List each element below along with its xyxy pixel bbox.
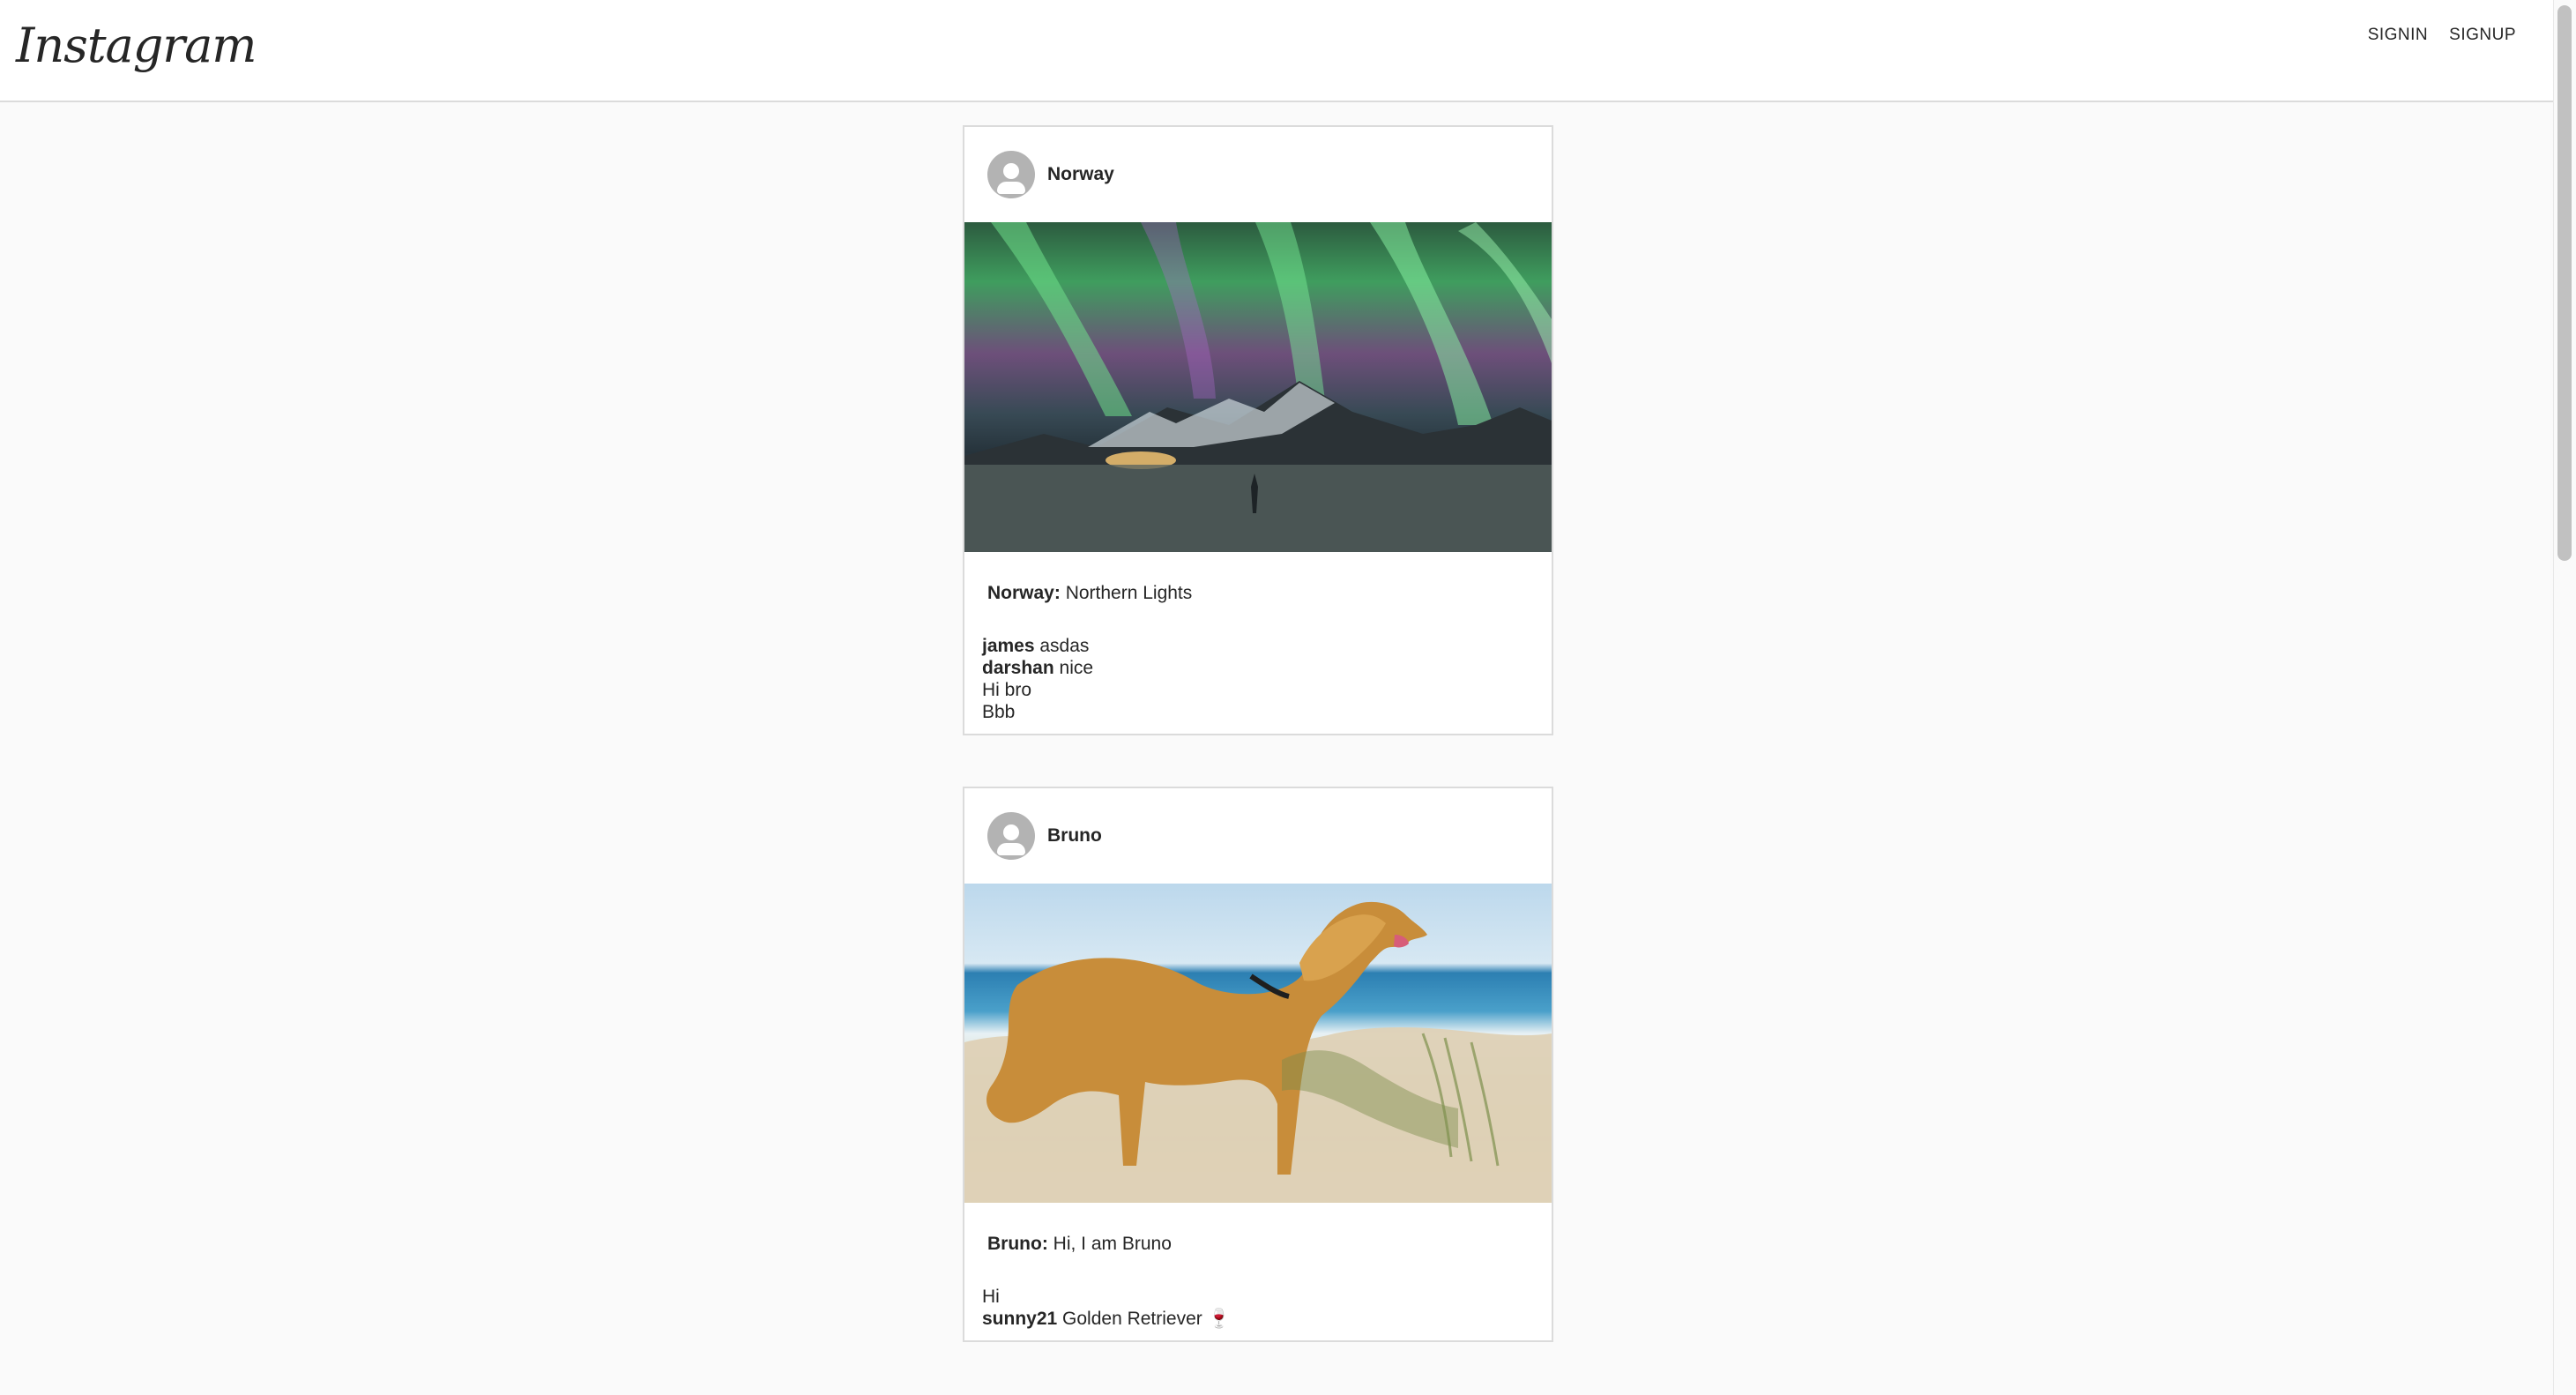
comment-item: darshan nice (982, 657, 1536, 679)
post-feed: Norway Norway: Northern Lights james asd… (963, 125, 1553, 1393)
caption-username[interactable]: Norway: (987, 583, 1061, 603)
auth-nav: SIGNIN SIGNUP (2368, 23, 2516, 48)
comment-item: Hi (982, 1286, 1536, 1308)
comment-text: asdas (1034, 636, 1090, 656)
post-image-aurora (964, 222, 1552, 552)
signup-link[interactable]: SIGNUP (2449, 23, 2516, 48)
comment-text: Hi bro (982, 680, 1032, 700)
signin-link[interactable]: SIGNIN (2368, 23, 2428, 48)
comment-text: Bbb (982, 702, 1016, 722)
post-caption: Norway: Northern Lights (964, 552, 1552, 607)
caption-username[interactable]: Bruno: (987, 1234, 1048, 1254)
comment-text: nice (1053, 658, 1094, 678)
post-caption: Bruno: Hi, I am Bruno (964, 1203, 1552, 1257)
post-header: Norway (964, 127, 1552, 222)
user-avatar-icon[interactable] (987, 151, 1035, 198)
comment-text: Hi (982, 1287, 1000, 1307)
comment-list: Hi sunny21 Golden Retriever 🍷 (964, 1257, 1552, 1340)
comment-username[interactable]: sunny21 (982, 1309, 1057, 1329)
post-username[interactable]: Bruno (1047, 825, 1102, 847)
comment-item: sunny21 Golden Retriever 🍷 (982, 1308, 1536, 1330)
post-image-dog (964, 884, 1552, 1203)
comment-username[interactable]: james (982, 636, 1035, 656)
post-card: Bruno Bruno: Hi, I am Bruno Hi sunny21 G… (963, 787, 1553, 1342)
comment-item: james asdas (982, 635, 1536, 657)
golden-retriever-photo-art (964, 901, 1552, 1203)
caption-text: Northern Lights (1060, 583, 1193, 603)
comment-text: Golden Retriever 🍷 (1057, 1309, 1231, 1329)
instagram-logo[interactable]: Instagram (16, 11, 257, 81)
post-card: Norway Norway: Northern Lights james asd… (963, 125, 1553, 735)
caption-text: Hi, I am Bruno (1047, 1234, 1172, 1254)
vertical-scrollbar[interactable] (2553, 0, 2576, 1395)
comment-username[interactable]: darshan (982, 658, 1054, 678)
top-navigation-bar: Instagram SIGNIN SIGNUP (0, 0, 2553, 102)
comment-item: Hi bro (982, 679, 1536, 701)
post-header: Bruno (964, 788, 1552, 884)
aurora-photo-art (964, 222, 1552, 552)
scrollbar-thumb[interactable] (2557, 5, 2572, 561)
comment-item: Bbb (982, 701, 1536, 723)
post-username[interactable]: Norway (1047, 164, 1114, 185)
user-avatar-icon[interactable] (987, 812, 1035, 860)
comment-list: james asdas darshan nice Hi bro Bbb (964, 607, 1552, 734)
